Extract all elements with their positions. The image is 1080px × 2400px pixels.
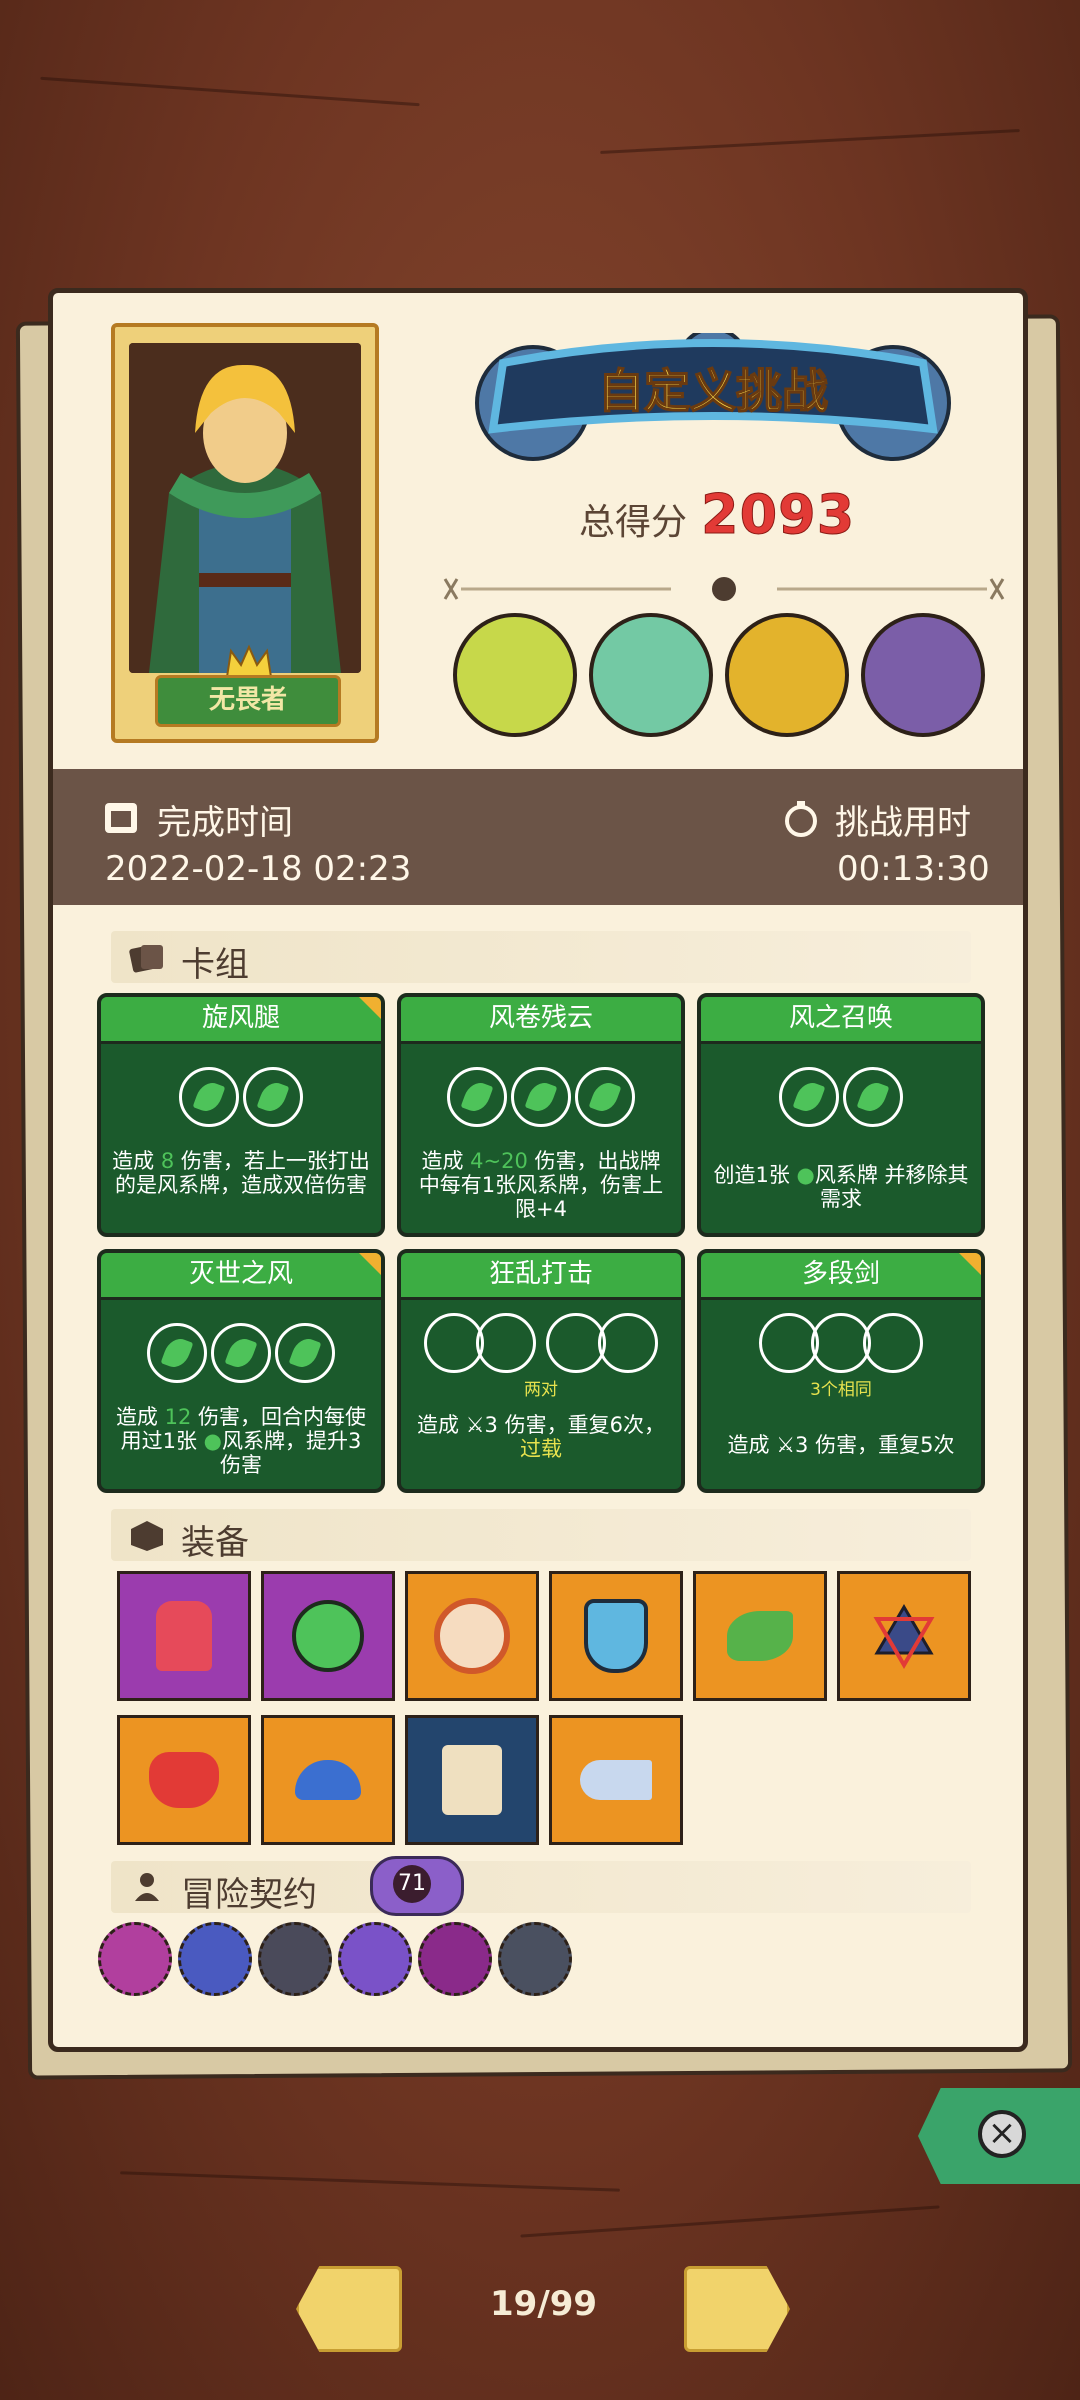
equipment-header: 装备 [111, 1509, 971, 1563]
card-requirement: 3个相同 [810, 1380, 872, 1400]
hero-name: 无畏者 [155, 675, 341, 727]
deck-card[interactable]: 风之召唤 创造1张 ●风系牌 并移除其需求 [697, 993, 985, 1237]
card-title: 多段剑 [701, 1253, 981, 1300]
card-title: 灭世之风 [101, 1253, 381, 1300]
score-value: 2093 [700, 483, 856, 547]
person-icon [135, 1873, 159, 1901]
lamp-icon[interactable] [98, 1922, 172, 1996]
card-desc: 造成 ⚔3 伤害，重复6次， 过载 [417, 1413, 665, 1461]
mushroom-icon[interactable] [261, 1715, 395, 1845]
prev-page-button[interactable] [296, 2266, 402, 2352]
skull-crest-icon[interactable] [549, 1571, 683, 1701]
horn-icon[interactable] [549, 1715, 683, 1845]
divider-ornament [443, 577, 1005, 601]
stopwatch-icon [785, 801, 817, 837]
green-creature-icon[interactable] [693, 1571, 827, 1701]
boss-portrait-2[interactable] [589, 613, 713, 737]
close-button[interactable]: × [918, 2088, 1080, 2184]
card-title: 旋风腿 [101, 997, 381, 1044]
card-desc: 造成 8 伤害，若上一张打出的是风系牌，造成双倍伤害 [112, 1149, 370, 1197]
card-desc: 造成 4~20 伤害，出战牌中每有1张风系牌，伤害上限+4 [418, 1149, 664, 1221]
contract-level-badge: 71 [370, 1856, 464, 1916]
card-orbs [401, 1067, 681, 1127]
card-title: 风卷残云 [401, 997, 681, 1044]
deck-card[interactable]: 多段剑 3个相同 造成 ⚔3 伤害，重复5次 [697, 1249, 985, 1493]
green-gem-icon[interactable] [261, 1571, 395, 1701]
page-indicator: 19/99 [490, 2284, 598, 2324]
potion-icon[interactable] [338, 1922, 412, 1996]
genie-icon[interactable] [178, 1922, 252, 1996]
deck-card[interactable]: 旋风腿 造成 8 伤害，若上一张打出的是风系牌，造成双倍伤害 [97, 993, 385, 1237]
result-panel: 无畏者 自定义挑战 总得分 2093 完成时间 2022-02-18 02:23… [48, 288, 1028, 2052]
card-orbs [701, 1313, 981, 1373]
card-orbs [701, 1067, 981, 1127]
flesh-cloak-icon[interactable] [117, 1571, 251, 1701]
duration-value: 00:13:30 [837, 849, 990, 889]
card-title: 狂乱打击 [401, 1253, 681, 1300]
duration-label: 挑战用时 [835, 803, 971, 843]
hero-card[interactable]: 无畏者 [111, 323, 379, 743]
deck-card[interactable]: 灭世之风 造成 12 伤害，回合内每使用过1张 ●风系牌，提升3伤害 [97, 1249, 385, 1493]
close-icon: × [978, 2110, 1026, 2158]
card-desc: 造成 12 伤害，回合内每使用过1张 ●风系牌，提升3伤害 [115, 1405, 367, 1477]
boss-portrait-1[interactable] [453, 613, 577, 737]
hexagram-icon[interactable] [837, 1571, 971, 1701]
card-orbs [101, 1323, 381, 1383]
card-orbs [401, 1313, 681, 1373]
next-page-button[interactable] [684, 2266, 790, 2352]
box-icon [131, 1521, 163, 1551]
scroll-icon[interactable] [405, 1715, 539, 1845]
deck-card[interactable]: 风卷残云 造成 4~20 伤害，出战牌中每有1张风系牌，伤害上限+4 [397, 993, 685, 1237]
card-orbs [101, 1067, 381, 1127]
page-title: 自定义挑战 [597, 363, 829, 419]
card-title: 风之召唤 [701, 997, 981, 1044]
finish-time-label: 完成时间 [157, 803, 293, 843]
calendar-icon [105, 803, 137, 833]
card-desc: 创造1张 ●风系牌 并移除其需求 [713, 1163, 969, 1211]
axe-icon[interactable] [258, 1922, 332, 1996]
finish-time-value: 2022-02-18 02:23 [105, 849, 412, 889]
card-requirement: 两对 [524, 1380, 558, 1400]
eye-shield-icon[interactable] [405, 1571, 539, 1701]
deck-header: 卡组 [111, 931, 971, 985]
deck-card[interactable]: 狂乱打击 两对 造成 ⚔3 伤害，重复6次， 过载 [397, 1249, 685, 1493]
card-desc: 造成 ⚔3 伤害，重复5次 [727, 1433, 955, 1457]
boss-portrait-4[interactable] [861, 613, 985, 737]
contract-header: 冒险契约 [111, 1861, 971, 1915]
rune-icon[interactable] [418, 1922, 492, 1996]
demon-skull-icon[interactable] [117, 1715, 251, 1845]
score-label: 总得分 [579, 502, 688, 543]
boss-portrait-3[interactable] [725, 613, 849, 737]
hero-portrait [129, 343, 361, 673]
time-band: 完成时间 2022-02-18 02:23 挑战用时 00:13:30 [53, 769, 1023, 905]
cards-icon [129, 945, 163, 973]
mystery-shield-icon[interactable] [498, 1922, 572, 1996]
